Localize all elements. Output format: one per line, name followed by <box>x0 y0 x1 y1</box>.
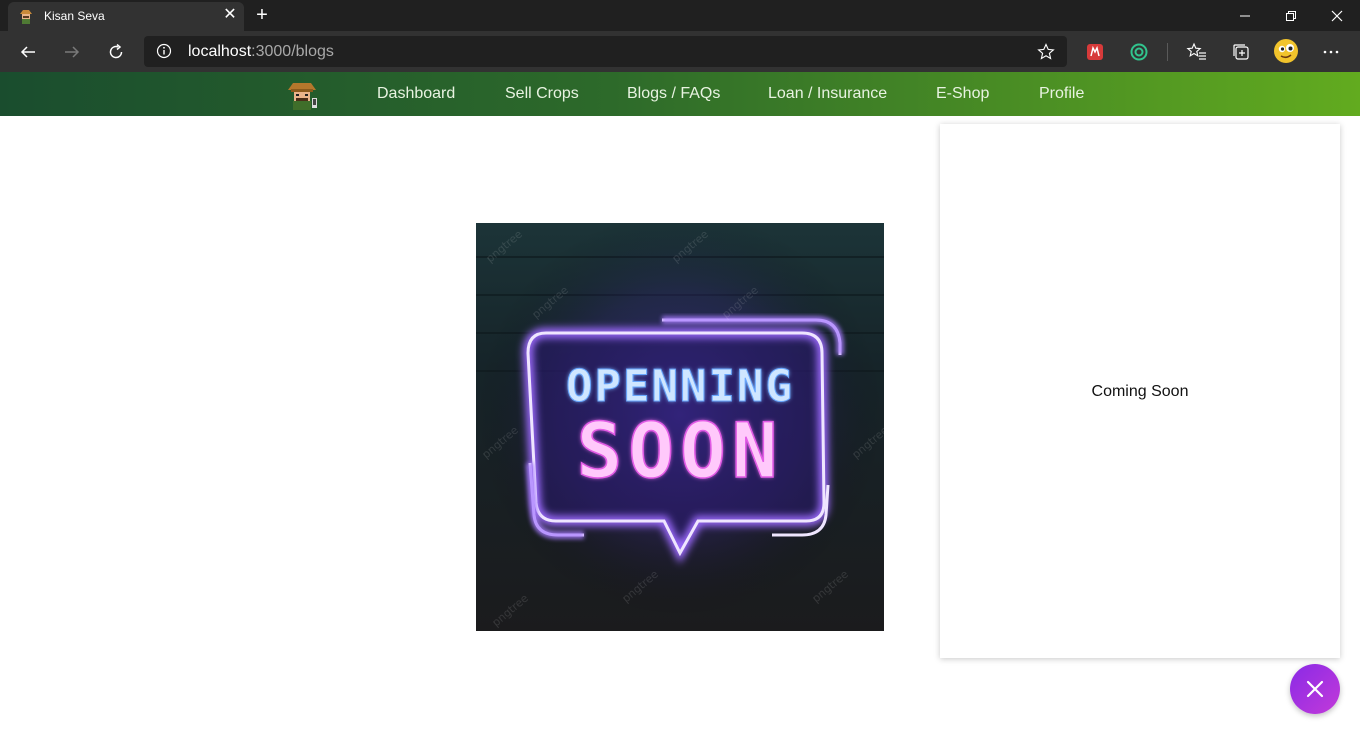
toolbar-divider <box>1167 43 1168 61</box>
browser-titlebar: Kisan Seva ✕ + <box>0 0 1360 31</box>
refresh-button[interactable] <box>102 38 130 66</box>
back-button[interactable] <box>14 38 42 66</box>
restore-button[interactable] <box>1268 0 1314 31</box>
hero-text-line2: SOON <box>576 406 783 495</box>
opening-soon-image: OPENNING OPENNING SOON SOON pngtree pngt… <box>476 223 884 631</box>
extension-icon[interactable] <box>1126 39 1152 65</box>
forward-icon <box>65 46 80 58</box>
nav-sell-crops[interactable]: Sell Crops <box>505 85 579 103</box>
address-bar[interactable]: localhost:3000/blogs <box>144 36 1067 67</box>
site-navbar: Dashboard Sell Crops Blogs / FAQs Loan /… <box>0 72 1360 116</box>
tab-title: Kisan Seva <box>44 9 105 23</box>
neon-sign-graphic: OPENNING OPENNING SOON SOON pngtree pngt… <box>476 223 884 631</box>
coming-soon-text: Coming Soon <box>1091 383 1189 400</box>
profile-avatar[interactable] <box>1272 37 1300 65</box>
extension-icon[interactable] <box>1082 39 1108 65</box>
back-icon <box>20 46 35 58</box>
more-icon[interactable] <box>1318 39 1344 65</box>
url-text[interactable]: localhost:3000/blogs <box>188 43 334 61</box>
farmer-logo-icon[interactable] <box>285 78 319 110</box>
collections-icon[interactable] <box>1228 39 1254 65</box>
close-window-button[interactable] <box>1314 0 1360 31</box>
farmer-favicon-icon <box>20 10 32 24</box>
restore-icon <box>1286 11 1296 21</box>
url-host: localhost <box>188 43 252 60</box>
new-tab-icon[interactable]: + <box>252 5 272 25</box>
favorite-star-icon[interactable] <box>1037 43 1055 61</box>
nav-loan-insurance[interactable]: Loan / Insurance <box>768 85 887 103</box>
nav-eshop[interactable]: E-Shop <box>936 85 989 103</box>
close-fab-button[interactable] <box>1290 664 1340 714</box>
minimize-icon <box>1240 15 1250 17</box>
close-icon <box>1331 10 1343 22</box>
browser-tab[interactable]: Kisan Seva ✕ <box>8 2 244 31</box>
minimize-button[interactable] <box>1222 0 1268 31</box>
hero-text-line1: OPENNING <box>566 361 794 412</box>
info-icon[interactable] <box>156 43 172 59</box>
url-path: :3000/blogs <box>251 43 334 60</box>
refresh-icon <box>109 44 123 59</box>
side-card: Coming Soon <box>940 124 1340 658</box>
forward-button[interactable] <box>58 38 86 66</box>
nav-blogs-faqs[interactable]: Blogs / FAQs <box>627 85 720 103</box>
nav-dashboard[interactable]: Dashboard <box>377 85 455 103</box>
nav-profile[interactable]: Profile <box>1039 85 1084 103</box>
favorites-icon[interactable] <box>1184 39 1210 65</box>
browser-toolbar: localhost:3000/blogs <box>0 31 1360 72</box>
close-icon <box>1306 680 1324 698</box>
tab-close-icon[interactable]: ✕ <box>222 7 238 23</box>
